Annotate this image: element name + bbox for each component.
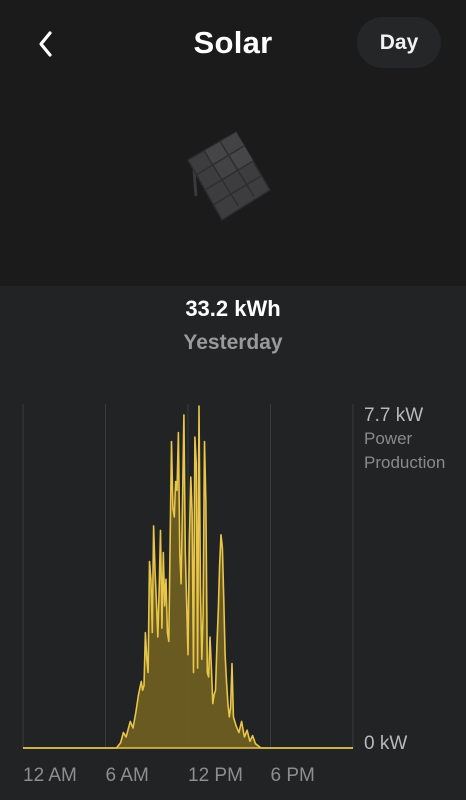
x-tick-label: 6 PM bbox=[271, 765, 315, 786]
solar-panel-icon bbox=[186, 130, 272, 222]
energy-total: 33.2 kWh bbox=[185, 296, 281, 321]
header-area: Solar Day bbox=[0, 0, 466, 286]
x-tick-label: 6 AM bbox=[106, 765, 149, 786]
y-max-label: 7.7 kW bbox=[364, 405, 423, 426]
x-axis-ticks: 12 AM 6 AM 12 PM 6 PM bbox=[23, 765, 315, 786]
y-axis-label-line-1: Power bbox=[364, 429, 413, 448]
y-min-label: 0 kW bbox=[364, 733, 407, 754]
y-axis-label-line-2: Production bbox=[364, 453, 445, 472]
x-tick-label: 12 PM bbox=[188, 765, 243, 786]
x-tick-label: 12 AM bbox=[23, 765, 77, 786]
period-selector-button[interactable]: Day bbox=[357, 17, 441, 68]
power-production-chart: 7.7 kW Power Production 0 kW 12 AM 6 AM 12… bbox=[22, 404, 445, 786]
period-label: Yesterday bbox=[183, 331, 283, 354]
